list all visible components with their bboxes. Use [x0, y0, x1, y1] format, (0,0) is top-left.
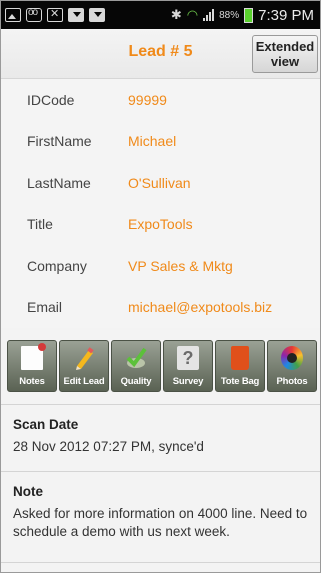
signal-icon — [203, 9, 215, 21]
voicemail-icon — [26, 7, 42, 22]
pencil-icon — [76, 347, 94, 370]
field-row-idcode: IDCode 99999 — [1, 79, 320, 121]
field-value[interactable]: 99999 — [128, 92, 167, 108]
field-row-title: Title ExpoTools — [1, 204, 320, 246]
camera-icon — [281, 346, 303, 370]
notes-button[interactable]: Notes — [7, 340, 57, 392]
field-value[interactable]: O'Sullivan — [128, 175, 191, 191]
wifi-icon: ◠ — [186, 7, 199, 22]
edit-lead-button[interactable]: Edit Lead — [59, 340, 109, 392]
clock: 7:39 PM — [258, 6, 314, 24]
field-label: FirstName — [27, 133, 92, 150]
tote-bag-icon — [231, 346, 249, 370]
survey-label: Survey — [172, 376, 204, 387]
field-label: Title — [27, 216, 53, 233]
note-text: Asked for more information on 4000 line.… — [13, 506, 308, 539]
field-value[interactable]: ExpoTools — [128, 216, 193, 232]
notes-icon — [21, 343, 46, 370]
field-row-company: Company VP Sales & Mktg — [1, 245, 320, 287]
survey-button[interactable]: ? Survey — [163, 340, 213, 392]
field-row-email: Email michael@expotools.biz — [1, 287, 320, 329]
mail-icon — [47, 7, 63, 22]
scan-date-value: 28 Nov 2012 07:27 PM, synce'd — [13, 439, 204, 454]
question-icon: ? — [177, 346, 199, 370]
action-toolbar: Notes Edit Lead Quality ? Survey Tote Ba… — [1, 340, 320, 398]
photos-button[interactable]: Photos — [267, 340, 317, 392]
field-label: LastName — [27, 174, 91, 191]
status-bar: ✱ ◠ 88% 7:39 PM — [1, 1, 320, 29]
tote-bag-label: Tote Bag — [220, 376, 260, 387]
quality-button[interactable]: Quality — [111, 340, 161, 392]
battery-percent: 88% — [219, 9, 240, 21]
header: Lead # 5 Extended view — [1, 29, 320, 79]
image-icon — [5, 8, 21, 22]
field-row-lastname: LastName O'Sullivan — [1, 162, 320, 204]
download-icon — [68, 8, 84, 22]
app-frame: ✱ ◠ 88% 7:39 PM Lead # 5 Extended view I… — [0, 0, 321, 573]
scan-date-title: Scan Date — [13, 417, 79, 432]
note-section: Note Asked for more information on 4000 … — [1, 472, 320, 562]
download-icon — [89, 8, 105, 22]
edit-lead-label: Edit Lead — [63, 376, 105, 387]
tote-bag-button[interactable]: Tote Bag — [215, 340, 265, 392]
field-value[interactable]: VP Sales & Mktg — [128, 258, 233, 274]
photos-label: Photos — [276, 376, 308, 387]
field-label: IDCode — [27, 91, 75, 108]
quality-label: Quality — [120, 376, 152, 387]
battery-icon — [244, 7, 254, 23]
notes-label: Notes — [19, 376, 45, 387]
lead-fields: IDCode 99999 FirstName Michael LastName … — [1, 79, 320, 328]
checkmark-icon — [126, 347, 147, 368]
lead-info: Scan Date 28 Nov 2012 07:27 PM, synce'd … — [1, 404, 320, 563]
divider — [1, 562, 320, 563]
field-label: Company — [27, 257, 87, 274]
field-value[interactable]: Michael — [128, 133, 176, 149]
field-label: Email — [27, 299, 63, 316]
bluetooth-icon: ✱ — [170, 7, 182, 22]
field-value[interactable]: michael@expotools.biz — [128, 299, 272, 315]
extended-view-button[interactable]: Extended view — [252, 35, 318, 73]
field-row-firstname: FirstName Michael — [1, 121, 320, 163]
note-title: Note — [13, 484, 43, 499]
scan-date-section: Scan Date 28 Nov 2012 07:27 PM, synce'd — [1, 405, 320, 471]
